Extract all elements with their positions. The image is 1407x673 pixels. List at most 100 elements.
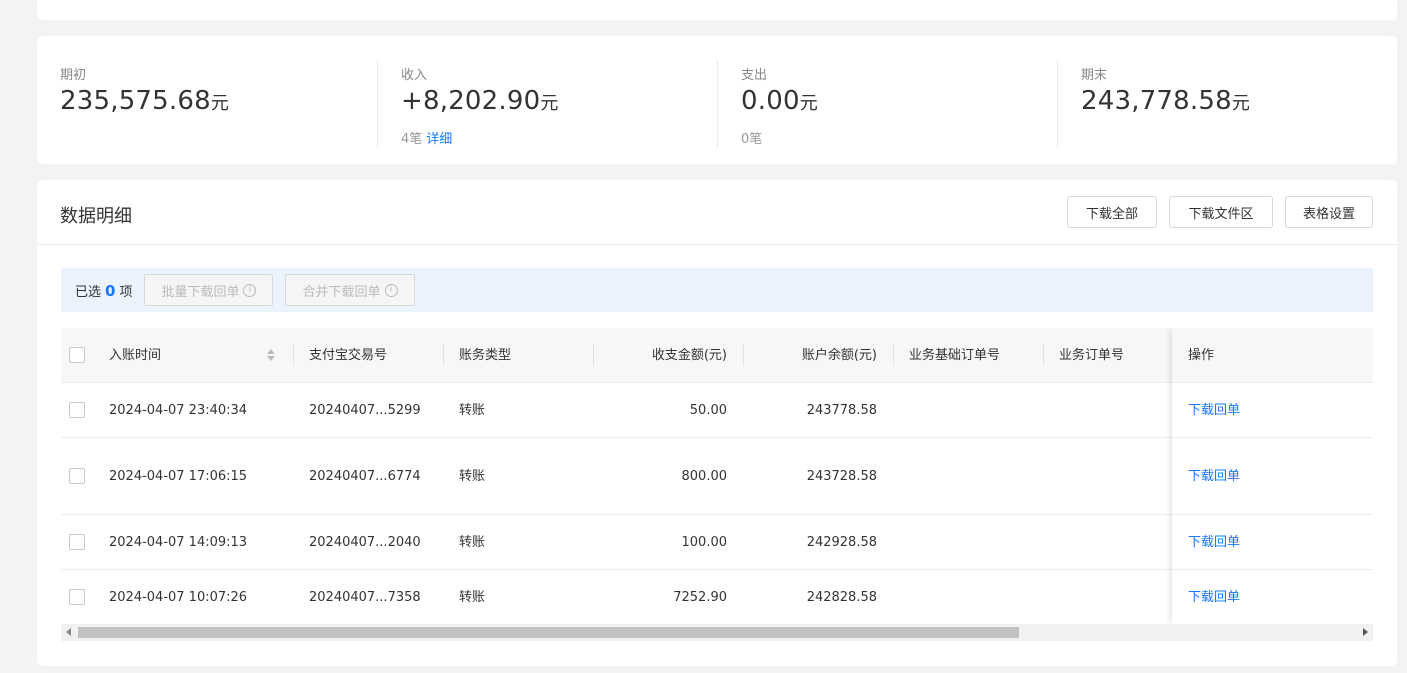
- sort-icon[interactable]: [267, 349, 275, 363]
- horizontal-scrollbar[interactable]: [61, 624, 1373, 641]
- cell-time: 2024-04-07 14:09:13: [109, 535, 248, 550]
- cell-balance: 243778.58: [806, 403, 877, 418]
- row-checkbox[interactable]: [69, 468, 85, 484]
- summary-label: 支出: [741, 68, 768, 83]
- income-count: 4笔: [401, 132, 423, 147]
- cell-time: 2024-04-07 10:07:26: [109, 590, 248, 605]
- cell-type: 转账: [459, 469, 486, 484]
- column-label: 入账时间: [109, 348, 162, 363]
- table-settings-button[interactable]: 表格设置: [1285, 196, 1373, 228]
- summary-card: 期初 235,575.68元 收入 +8,202.90元 4笔 详细 支出 0.0…: [37, 36, 1397, 164]
- action-column: 操作 下载回单 下载回单 下载回单 下载回单: [1172, 328, 1373, 624]
- detail-title: 数据明细: [60, 206, 132, 227]
- cell-type: 转账: [459, 590, 486, 605]
- column-header-amount: 收支金额(元): [593, 328, 743, 383]
- cell-balance: 243728.58: [806, 469, 877, 484]
- scroll-left-arrow-icon[interactable]: [66, 628, 71, 636]
- column-header-order: 业务订单号: [1043, 328, 1172, 383]
- summary-amount: 0.00: [741, 86, 800, 116]
- cell-trade-no: 20240407...7358: [309, 590, 421, 605]
- cell-amount: 800.00: [681, 469, 728, 484]
- selection-suffix: 项: [119, 284, 133, 300]
- download-receipt-link[interactable]: 下载回单: [1188, 438, 1240, 515]
- cell-amount: 7252.90: [673, 590, 727, 605]
- summary-opening: 期初 235,575.68元: [60, 60, 360, 148]
- column-header-trade-no: 支付宝交易号: [293, 328, 443, 383]
- cell-trade-no: 20240407...6774: [309, 469, 421, 484]
- summary-sub: 4笔 详细: [401, 128, 452, 147]
- summary-unit: 元: [540, 93, 559, 114]
- merge-download-label: 合并下载回单: [302, 284, 381, 300]
- column-label: 账务类型: [459, 348, 512, 363]
- column-header-time[interactable]: 入账时间: [109, 328, 289, 383]
- summary-amount: +8,202.90: [401, 86, 541, 116]
- summary-amount: 235,575.68: [60, 86, 211, 116]
- column-header-type: 账务类型: [443, 328, 593, 383]
- column-header-action: 操作: [1188, 348, 1215, 363]
- top-card: [37, 0, 1397, 20]
- merge-download-button[interactable]: 合并下载回单 i: [285, 274, 415, 306]
- summary-expense: 支出 0.00元 0笔: [717, 60, 1057, 148]
- download-receipt-link[interactable]: 下载回单: [1188, 383, 1240, 438]
- selection-count: 0: [105, 281, 116, 300]
- expense-count: 0笔: [741, 132, 763, 147]
- scroll-right-arrow-icon[interactable]: [1363, 628, 1368, 636]
- action-cell: 下载回单: [1172, 438, 1373, 515]
- info-icon: i: [384, 283, 398, 297]
- action-column-header: 操作: [1172, 328, 1373, 383]
- income-detail-link[interactable]: 详细: [426, 132, 452, 147]
- cell-amount: 100.00: [681, 535, 728, 550]
- summary-label: 期初: [60, 68, 87, 83]
- info-icon: i: [243, 283, 257, 297]
- selection-status: 已选 0 项: [75, 281, 132, 300]
- cell-time: 2024-04-07 23:40:34: [109, 403, 248, 418]
- download-receipt-link[interactable]: 下载回单: [1188, 570, 1240, 624]
- cell-balance: 242928.58: [806, 535, 877, 550]
- summary-sub: 0笔: [741, 128, 762, 147]
- cell-trade-no: 20240407...2040: [309, 535, 421, 550]
- summary-label: 期末: [1081, 68, 1108, 83]
- action-cell: 下载回单: [1172, 570, 1373, 624]
- summary-value: 0.00元: [741, 86, 818, 116]
- column-label: 账户余额(元): [801, 348, 877, 363]
- action-cell: 下载回单: [1172, 515, 1373, 570]
- cell-trade-no: 20240407...5299: [309, 403, 421, 418]
- summary-closing: 期末 243,778.58元: [1057, 60, 1377, 148]
- column-label: 收支金额(元): [651, 348, 727, 363]
- selection-bar: 已选 0 项 批量下载回单 i 合并下载回单 i: [61, 268, 1373, 312]
- select-all-checkbox[interactable]: [69, 347, 85, 363]
- download-receipt-link[interactable]: 下载回单: [1188, 515, 1240, 570]
- action-cell: 下载回单: [1172, 383, 1373, 438]
- download-file-area-button[interactable]: 下载文件区: [1169, 196, 1273, 228]
- scroll-thumb[interactable]: [78, 627, 1019, 638]
- summary-unit: 元: [1231, 93, 1250, 114]
- selection-prefix: 已选: [75, 284, 102, 300]
- download-all-button[interactable]: 下载全部: [1067, 196, 1157, 228]
- detail-table: 入账时间 支付宝交易号 账务类型 收支金额(元) 账户余额(元) 业务基础订单号…: [61, 328, 1373, 624]
- row-checkbox[interactable]: [69, 402, 85, 418]
- summary-income: 收入 +8,202.90元 4笔 详细: [377, 60, 717, 148]
- cell-amount: 50.00: [689, 403, 727, 418]
- summary-unit: 元: [799, 93, 818, 114]
- summary-unit: 元: [210, 93, 229, 114]
- row-checkbox[interactable]: [69, 534, 85, 550]
- summary-amount: 243,778.58: [1081, 86, 1232, 116]
- cell-type: 转账: [459, 535, 486, 550]
- row-checkbox[interactable]: [69, 589, 85, 605]
- cell-time: 2024-04-07 17:06:15: [109, 469, 248, 484]
- detail-divider: [37, 244, 1397, 245]
- column-header-balance: 账户余额(元): [743, 328, 893, 383]
- column-label: 支付宝交易号: [309, 348, 388, 363]
- cell-type: 转账: [459, 403, 486, 418]
- summary-label: 收入: [401, 68, 428, 83]
- column-label: 业务基础订单号: [909, 348, 1001, 363]
- batch-download-label: 批量下载回单: [161, 284, 240, 300]
- detail-card: 数据明细 下载全部 下载文件区 表格设置 已选 0 项 批量下载回单 i 合并下载回单…: [37, 180, 1397, 666]
- batch-download-button[interactable]: 批量下载回单 i: [144, 274, 274, 306]
- summary-value: 243,778.58元: [1081, 86, 1250, 116]
- column-label: 业务订单号: [1059, 348, 1125, 363]
- summary-value: 235,575.68元: [60, 86, 229, 116]
- column-header-base-order: 业务基础订单号: [893, 328, 1043, 383]
- summary-value: +8,202.90元: [401, 86, 558, 116]
- cell-balance: 242828.58: [806, 590, 877, 605]
